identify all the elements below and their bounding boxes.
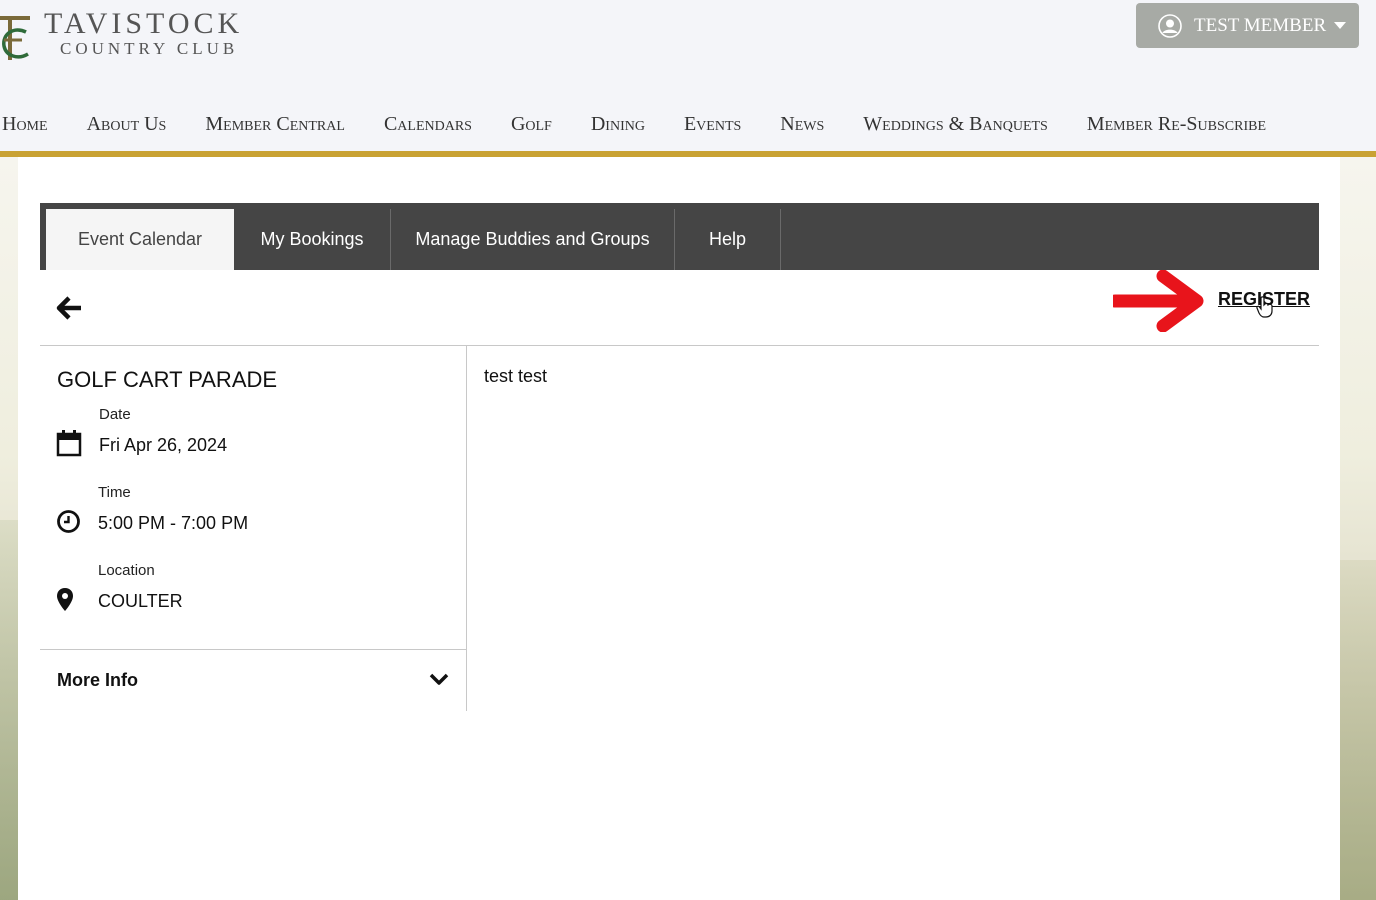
nav-item-member-resubscribe[interactable]: Member Re-Subscribe: [1087, 113, 1266, 137]
red-annotation-arrow-icon: [1113, 270, 1204, 332]
clock-icon: [57, 510, 80, 533]
calendar-icon: [56, 430, 82, 457]
date-value: Fri Apr 26, 2024: [99, 435, 228, 455]
content-divider: [40, 345, 1319, 346]
time-value: 5:00 PM - 7:00 PM: [98, 513, 249, 533]
event-title: GOLF CART PARADE: [57, 367, 278, 392]
nav-item-home[interactable]: Home: [2, 113, 48, 137]
nav-item-about-us[interactable]: About Us: [87, 113, 167, 137]
site-header: TAVISTOCK COUNTRY CLUB TEST MEMBER Home …: [0, 0, 1376, 157]
main-navigation: Home About Us Member Central Calendars G…: [0, 113, 1305, 137]
arrow-left-icon[interactable]: [55, 294, 83, 322]
user-menu-button[interactable]: TEST MEMBER: [1136, 3, 1359, 48]
location-label: Location: [98, 562, 155, 579]
event-description: test test: [484, 366, 548, 386]
nav-item-events[interactable]: Events: [684, 113, 741, 137]
map-pin-icon: [57, 588, 73, 611]
hand-cursor-icon: [1256, 296, 1273, 318]
background-scenery-right: [1336, 560, 1376, 900]
tab-event-calendar[interactable]: Event Calendar: [46, 209, 234, 270]
nav-item-member-central[interactable]: Member Central: [205, 113, 345, 137]
nav-item-dining[interactable]: Dining: [591, 113, 645, 137]
club-monogram-icon: [0, 8, 34, 64]
tab-manage-buddies-groups[interactable]: Manage Buddies and Groups: [391, 209, 674, 270]
club-logo[interactable]: TAVISTOCK COUNTRY CLUB: [0, 8, 243, 64]
tab-my-bookings[interactable]: My Bookings: [234, 209, 390, 270]
more-info-toggle[interactable]: More Info: [57, 670, 138, 691]
tab-help[interactable]: Help: [675, 209, 780, 270]
chevron-down-icon: [1334, 22, 1347, 29]
nav-item-weddings-banquets[interactable]: Weddings & Banquets: [863, 113, 1048, 137]
column-divider: [466, 346, 467, 711]
tab-divider: [780, 209, 781, 270]
user-menu-label: TEST MEMBER: [1194, 14, 1327, 36]
more-info-divider: [40, 649, 466, 650]
nav-item-news[interactable]: News: [780, 113, 824, 137]
date-label: Date: [99, 406, 131, 423]
chevron-down-icon[interactable]: [429, 671, 449, 687]
club-subname: COUNTRY CLUB: [60, 39, 239, 58]
time-label: Time: [98, 484, 131, 501]
nav-item-golf[interactable]: Golf: [511, 113, 552, 137]
user-circle-icon: [1158, 13, 1182, 38]
nav-item-calendars[interactable]: Calendars: [384, 113, 472, 137]
location-value: COULTER: [98, 591, 183, 611]
calendar-tab-bar: Event Calendar My Bookings Manage Buddie…: [40, 203, 1319, 270]
club-name: TAVISTOCK: [44, 7, 244, 40]
